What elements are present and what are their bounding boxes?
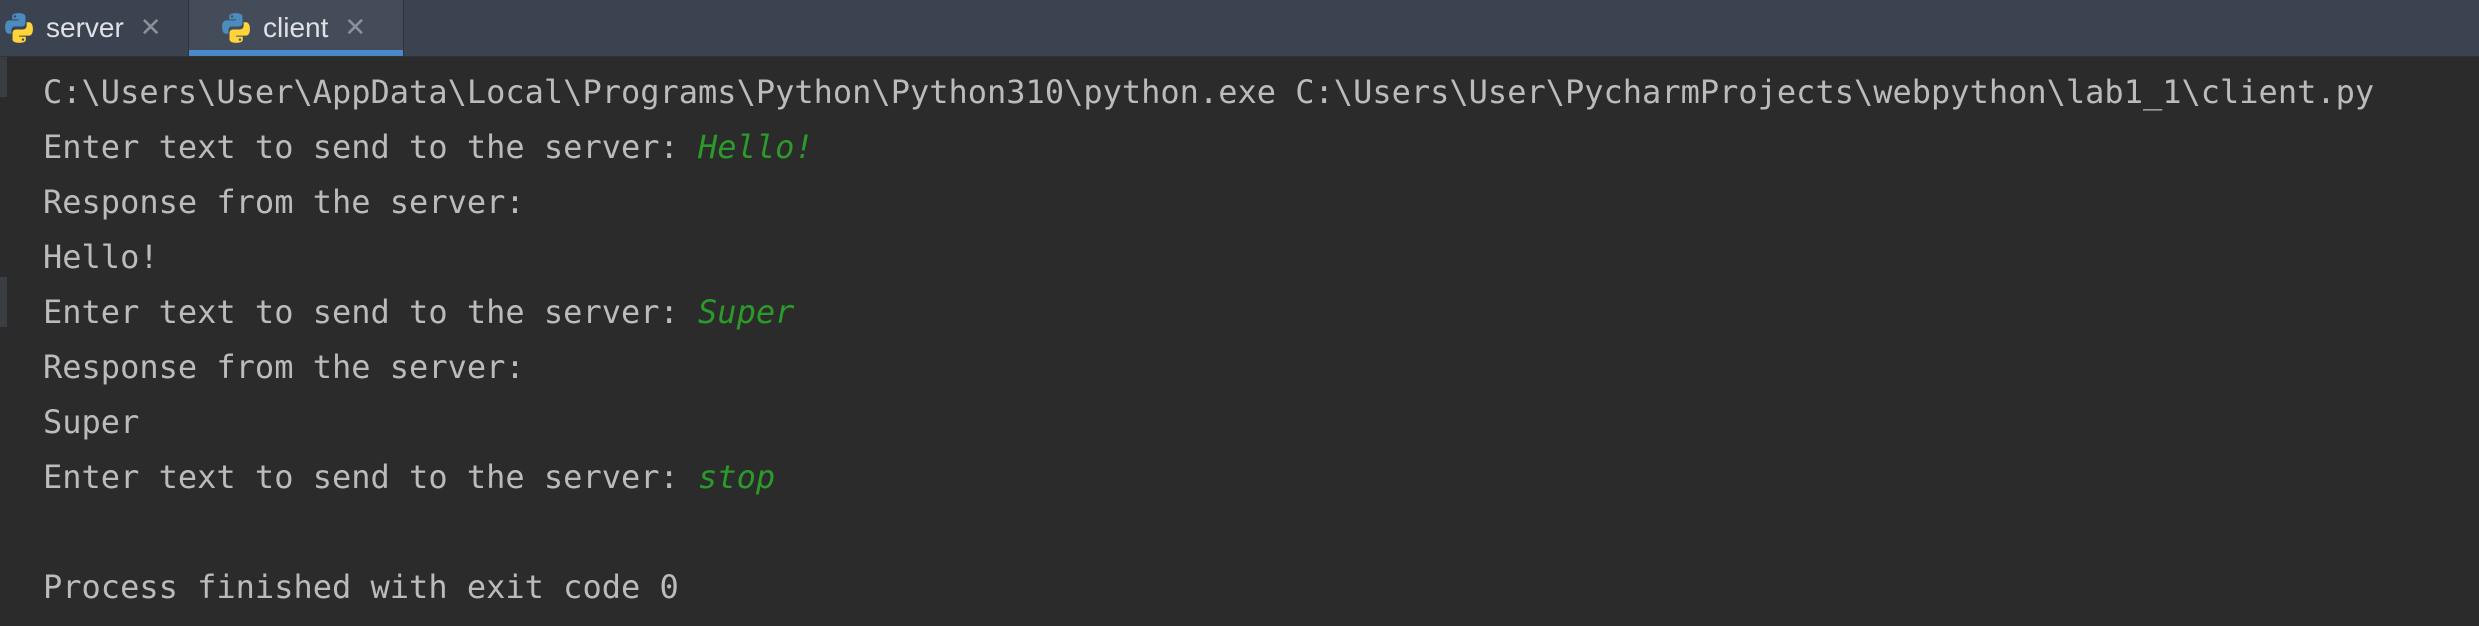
console-line: Enter text to send to the server: Super bbox=[43, 285, 2479, 340]
user-input-text: Super bbox=[698, 293, 795, 331]
console-output[interactable]: C:\Users\User\AppData\Local\Programs\Pyt… bbox=[0, 57, 2479, 626]
process-exit-text: Process finished with exit code 0 bbox=[43, 568, 679, 606]
console-line: Enter text to send to the server: stop bbox=[43, 450, 2479, 505]
gutter-marker bbox=[0, 57, 7, 97]
console-line: Hello! bbox=[43, 230, 2479, 285]
close-icon[interactable]: ✕ bbox=[140, 15, 162, 41]
prompt-text: Enter text to send to the server: bbox=[43, 293, 699, 331]
console-line: Process finished with exit code 0 bbox=[43, 560, 2479, 615]
console-line: Enter text to send to the server: Hello! bbox=[43, 120, 2479, 175]
output-text: Response from the server: bbox=[43, 183, 525, 221]
console-line: Response from the server: bbox=[43, 340, 2479, 395]
output-text: C:\Users\User\AppData\Local\Programs\Pyt… bbox=[43, 73, 2375, 111]
tab-client-label: client bbox=[263, 12, 329, 43]
console-lines: C:\Users\User\AppData\Local\Programs\Pyt… bbox=[43, 65, 2479, 615]
run-tab-bar: server ✕ client ✕ bbox=[0, 0, 2479, 57]
user-input-text: Hello! bbox=[698, 128, 814, 166]
prompt-text: Enter text to send to the server: bbox=[43, 128, 699, 166]
output-text: Response from the server: bbox=[43, 348, 525, 386]
gutter-marker bbox=[0, 277, 7, 327]
prompt-text: Enter text to send to the server: bbox=[43, 458, 699, 496]
output-text: Super bbox=[43, 403, 140, 441]
close-icon[interactable]: ✕ bbox=[344, 15, 366, 41]
tab-client[interactable]: client ✕ bbox=[188, 0, 404, 56]
console-line: C:\Users\User\AppData\Local\Programs\Pyt… bbox=[43, 65, 2479, 120]
output-text: Hello! bbox=[43, 238, 159, 276]
python-icon bbox=[222, 13, 250, 43]
console-line: Response from the server: bbox=[43, 175, 2479, 230]
console-line: Super bbox=[43, 395, 2479, 450]
python-icon bbox=[5, 13, 33, 43]
user-input-text: stop bbox=[698, 458, 776, 496]
run-tool-window: server ✕ client ✕ C:\Users\User\AppData\… bbox=[0, 0, 2479, 626]
tab-server-label: server bbox=[46, 12, 124, 43]
tab-server[interactable]: server ✕ bbox=[0, 0, 188, 56]
